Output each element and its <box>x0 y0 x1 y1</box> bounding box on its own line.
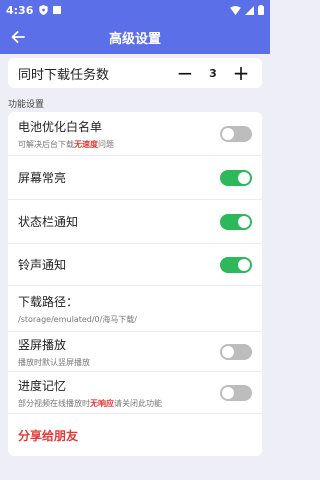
notification-square-icon <box>53 6 62 14</box>
progress-memory-desc: 部分视频在线播放时无响应请关闭此功能 <box>18 398 162 408</box>
decrease-button[interactable]: − <box>174 62 196 84</box>
battery-icon <box>258 5 264 15</box>
download-path-value: /storage/emulated/0/海马下载/ <box>18 314 138 324</box>
statusbar-notify-toggle[interactable] <box>220 213 252 230</box>
download-tasks-stepper: − 3 + <box>174 62 252 84</box>
progress-memory-label: 进度记忆 <box>18 378 67 393</box>
download-tasks-card: 同时下载任务数 − 3 + <box>8 58 262 88</box>
download-path-row[interactable]: 下载路径： /storage/emulated/0/海马下载/ <box>8 286 262 332</box>
signal-icon <box>245 5 254 15</box>
progress-memory-toggle[interactable] <box>220 384 252 401</box>
statusbar-notify-label: 状态栏通知 <box>18 215 79 229</box>
settings-card: 电池优化白名单 可解决后台下载无速度问题 屏幕常亮 状态栏通知 铃声通知 下载路… <box>8 112 262 456</box>
status-bar: 4:36 <box>0 0 270 20</box>
screen-on-label: 屏幕常亮 <box>18 171 67 185</box>
back-arrow-icon <box>11 31 25 43</box>
battery-whitelist-toggle[interactable] <box>220 125 252 142</box>
statusbar-notify-row[interactable]: 状态栏通知 <box>8 200 262 244</box>
battery-whitelist-row[interactable]: 电池优化白名单 可解决后台下载无速度问题 <box>8 112 262 156</box>
app-bar: 高级设置 <box>0 20 270 54</box>
download-tasks-label: 同时下载任务数 <box>18 67 110 83</box>
portrait-play-toggle[interactable] <box>220 343 252 360</box>
back-button[interactable] <box>8 27 28 47</box>
portrait-play-label: 竖屏播放 <box>18 337 67 352</box>
increase-button[interactable]: + <box>230 62 252 84</box>
download-path-label: 下载路径： <box>18 294 79 309</box>
download-tasks-value: 3 <box>209 66 217 80</box>
share-label: 分享给朋友 <box>18 428 79 443</box>
progress-memory-row[interactable]: 进度记忆 部分视频在线播放时无响应请关闭此功能 <box>8 372 262 414</box>
battery-whitelist-label: 电池优化白名单 <box>18 119 103 134</box>
battery-whitelist-desc: 可解决后台下载无速度问题 <box>18 139 114 149</box>
wifi-icon <box>230 5 241 15</box>
screen-on-row[interactable]: 屏幕常亮 <box>8 156 262 200</box>
portrait-play-row[interactable]: 竖屏播放 播放时默认竖屏播放 <box>8 332 262 372</box>
section-title: 功能设置 <box>8 100 45 110</box>
ringtone-notify-row[interactable]: 铃声通知 <box>8 244 262 286</box>
status-time: 4:36 <box>6 3 34 17</box>
ringtone-notify-label: 铃声通知 <box>18 258 67 272</box>
portrait-play-desc: 播放时默认竖屏播放 <box>18 357 90 367</box>
page-title: 高级设置 <box>108 31 161 47</box>
ringtone-notify-toggle[interactable] <box>220 256 252 273</box>
screen-on-toggle[interactable] <box>220 169 252 186</box>
share-row[interactable]: 分享给朋友 <box>8 414 262 456</box>
shield-icon <box>39 5 49 15</box>
